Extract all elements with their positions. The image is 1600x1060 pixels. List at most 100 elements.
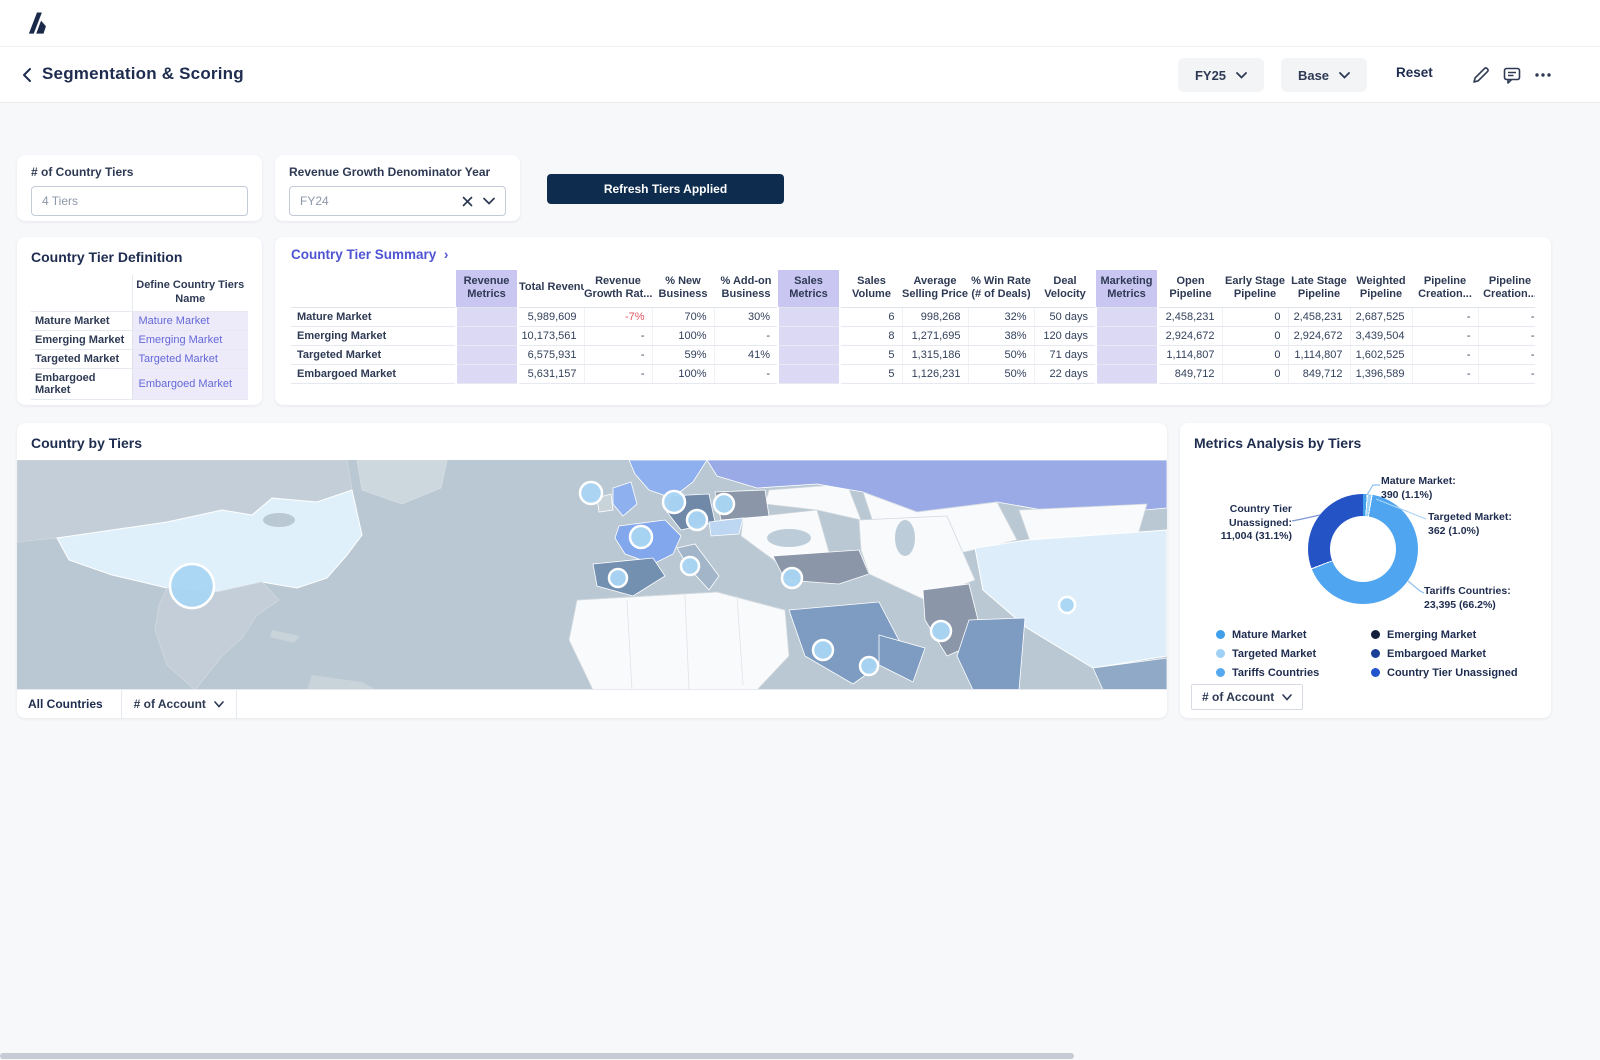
summary-cell[interactable]: 2,458,231 [1158,307,1222,326]
chevron-down-icon[interactable] [483,197,495,205]
legend-item[interactable]: Emerging Market [1371,625,1518,644]
summary-cell[interactable]: 5 [840,364,902,383]
map-bubble-china[interactable] [1059,597,1075,613]
legend-item[interactable]: Country Tier Unassigned [1371,663,1518,682]
summary-cell[interactable] [778,364,840,383]
summary-cell[interactable]: 50% [968,364,1034,383]
map-bubble-ireland[interactable] [580,482,602,504]
summary-cell[interactable]: 1,126,231 [902,364,968,383]
summary-cell[interactable]: - [714,364,778,383]
summary-cell[interactable]: 1,396,589 [1350,364,1412,383]
map-bubble-united-states[interactable] [170,564,214,608]
summary-cell[interactable]: - [1412,326,1478,345]
map-bubble-turkey[interactable] [782,568,802,588]
summary-cell[interactable]: - [1478,345,1535,364]
summary-cell[interactable]: 1,114,807 [1158,345,1222,364]
summary-cell[interactable]: 6,575,931 [518,345,584,364]
summary-cell[interactable]: - [1478,326,1535,345]
map-bubble-saudi-arabia[interactable] [813,640,833,660]
summary-cell[interactable]: 70% [652,307,714,326]
summary-cell[interactable] [456,326,518,345]
summary-cell[interactable]: - [1412,307,1478,326]
summary-cell[interactable]: 59% [652,345,714,364]
summary-cell[interactable] [456,307,518,326]
summary-cell[interactable]: 30% [714,307,778,326]
summary-cell[interactable]: 2,924,672 [1288,326,1350,345]
summary-cell[interactable]: 0 [1222,307,1288,326]
summary-cell[interactable]: - [584,326,652,345]
map-bubble-france[interactable] [630,526,652,548]
tier-name-cell[interactable]: Emerging Market [132,330,248,349]
summary-cell[interactable]: 1,602,525 [1350,345,1412,364]
summary-cell[interactable]: 50% [968,345,1034,364]
back-icon[interactable] [20,67,36,83]
summary-cell[interactable] [1096,326,1158,345]
summary-cell[interactable] [1096,345,1158,364]
summary-cell[interactable]: 3,439,504 [1350,326,1412,345]
scenario-dropdown[interactable]: Base [1281,58,1367,92]
summary-cell[interactable]: 5,989,609 [518,307,584,326]
summary-cell[interactable]: 2,924,672 [1158,326,1222,345]
map-bubble-united-arab-emirates[interactable] [860,657,878,675]
summary-cell[interactable] [778,326,840,345]
clear-x-icon[interactable] [462,196,473,207]
summary-cell[interactable]: 849,712 [1158,364,1222,383]
map-bubble-spain[interactable] [609,569,627,587]
summary-cell[interactable]: 71 days [1034,345,1096,364]
summary-cell[interactable]: 1,114,807 [1288,345,1350,364]
horizontal-scrollbar[interactable] [0,1053,1074,1059]
fiscal-year-dropdown[interactable]: FY25 [1178,58,1264,92]
summary-table-scroll[interactable]: RevenueMetricsTotal RevenueRevenueGrowth… [291,270,1535,384]
map-bubble-pakistan[interactable] [931,621,951,641]
summary-cell[interactable]: - [584,345,652,364]
summary-cell[interactable]: 41% [714,345,778,364]
summary-cell[interactable]: - [1478,307,1535,326]
tier-name-cell[interactable]: Embargoed Market [132,368,248,399]
summary-cell[interactable]: 2,687,525 [1350,307,1412,326]
summary-cell[interactable] [778,345,840,364]
summary-cell[interactable]: -7% [584,307,652,326]
summary-cell[interactable]: - [1412,364,1478,383]
summary-cell[interactable]: - [584,364,652,383]
legend-item[interactable]: Targeted Market [1216,644,1371,663]
map-measure-dropdown[interactable]: # of Account [121,690,237,719]
summary-cell[interactable]: 1,271,695 [902,326,968,345]
summary-cell[interactable]: 998,268 [902,307,968,326]
summary-cell[interactable] [1096,307,1158,326]
summary-cell[interactable]: 6 [840,307,902,326]
reset-button[interactable]: Reset [1396,65,1433,80]
tier-name-cell[interactable]: Targeted Market [132,349,248,368]
summary-cell[interactable]: 38% [968,326,1034,345]
summary-cell[interactable]: 5 [840,345,902,364]
legend-item[interactable]: Embargoed Market [1371,644,1518,663]
summary-cell[interactable]: 22 days [1034,364,1096,383]
summary-title-link[interactable]: Country Tier Summary › [291,247,1535,262]
more-options-icon[interactable] [1533,65,1553,85]
tiers-donut-chart[interactable] [1308,494,1418,604]
summary-cell[interactable]: 120 days [1034,326,1096,345]
map-bubble-italy[interactable] [681,557,699,575]
legend-item[interactable]: Mature Market [1216,625,1371,644]
refresh-tiers-button[interactable]: Refresh Tiers Applied [547,174,784,204]
summary-cell[interactable]: 1,315,186 [902,345,968,364]
summary-cell[interactable]: 0 [1222,326,1288,345]
world-map[interactable] [17,460,1167,690]
summary-cell[interactable]: 50 days [1034,307,1096,326]
summary-cell[interactable]: 0 [1222,364,1288,383]
comment-icon[interactable] [1502,65,1522,85]
summary-cell[interactable]: 32% [968,307,1034,326]
summary-cell[interactable]: 10,173,561 [518,326,584,345]
summary-cell[interactable]: 0 [1222,345,1288,364]
summary-cell[interactable] [1096,364,1158,383]
summary-cell[interactable] [456,364,518,383]
summary-cell[interactable]: - [1478,364,1535,383]
summary-cell[interactable]: 8 [840,326,902,345]
map-bubble-poland[interactable] [714,494,734,514]
summary-cell[interactable]: 5,631,157 [518,364,584,383]
legend-item[interactable]: Tariffs Countries [1216,663,1371,682]
summary-cell[interactable] [778,307,840,326]
tier-name-cell[interactable]: Mature Market [132,311,248,330]
summary-cell[interactable]: 100% [652,364,714,383]
summary-cell[interactable] [456,345,518,364]
summary-cell[interactable]: - [714,326,778,345]
